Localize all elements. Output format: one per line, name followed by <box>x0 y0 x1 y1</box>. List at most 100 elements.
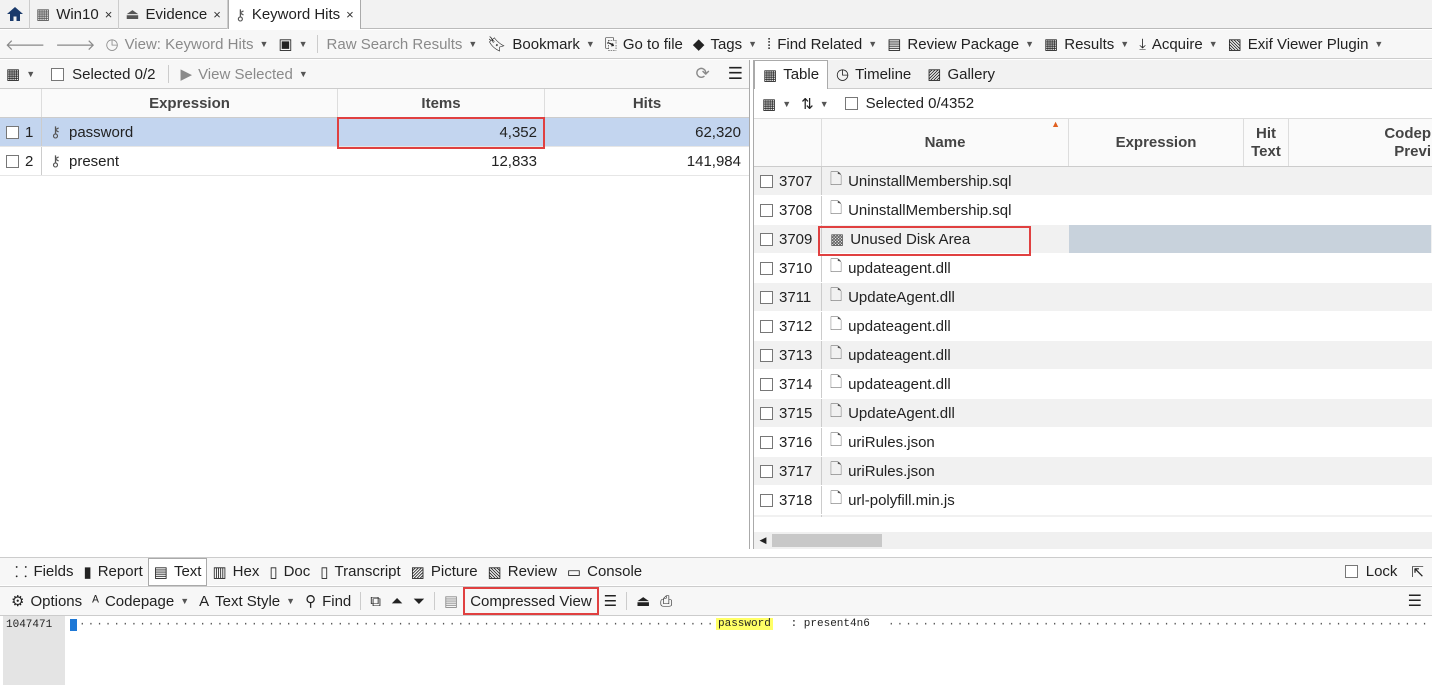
col-codepage-preview[interactable]: Codep Previ <box>1289 119 1431 166</box>
table-row[interactable]: 3714 🗋︎ updateagent.dll <box>754 370 1432 399</box>
lock-toggle[interactable]: Lock ⇱ <box>1344 563 1424 581</box>
checkbox[interactable] <box>760 348 773 362</box>
items-highlight-box <box>337 117 545 149</box>
view-selected-button[interactable]: ▶ View Selected ▼ <box>181 65 308 84</box>
tab-gallery[interactable]: ▨ Gallery <box>919 60 1003 89</box>
tab-report[interactable]: ▮ Report <box>78 558 147 586</box>
scrollbar-thumb[interactable] <box>772 534 882 547</box>
col-expression[interactable]: Expression <box>1069 119 1244 166</box>
table-row[interactable]: 3710 🗋︎ updateagent.dll <box>754 254 1432 283</box>
refresh-icon[interactable]: ⟳ <box>696 64 710 84</box>
codepage-button[interactable]: ᴬ Codepage ▼ <box>87 587 194 616</box>
checkbox[interactable] <box>1344 565 1358 578</box>
acquire-button[interactable]: ⤓ Acquire ▼ <box>1134 30 1222 58</box>
table-row[interactable]: 3713 🗋︎ updateagent.dll <box>754 341 1432 370</box>
exif-viewer-button[interactable]: ▧ Exif Viewer Plugin ▼ <box>1223 30 1389 58</box>
popout-icon[interactable]: ⇱ <box>1411 563 1424 581</box>
checkbox[interactable] <box>760 435 773 449</box>
tab-fields[interactable]: ⸬ Fields <box>10 558 78 586</box>
select-all-toggle[interactable]: Selected 0/2 <box>51 66 156 83</box>
col-name[interactable]: Name ▲ <box>822 119 1069 166</box>
table-row[interactable]: 2 ⚷ present 12,833 141,984 <box>0 147 749 176</box>
col-items[interactable]: Items <box>338 89 545 117</box>
col-hit-text[interactable]: Hit Text <box>1244 119 1289 166</box>
find-related-button[interactable]: ⁞ Find Related ▼ <box>762 30 882 58</box>
checkbox[interactable] <box>6 154 19 168</box>
checkbox[interactable] <box>760 290 773 304</box>
tab-text[interactable]: ▤ Text <box>147 557 208 586</box>
previous-hit-icon[interactable]: ⏶ <box>386 587 408 616</box>
menu-icon[interactable]: ☰ <box>728 64 743 84</box>
acquire-icon: ⤓ <box>1139 35 1146 53</box>
checkbox[interactable] <box>760 377 773 391</box>
column-layout-button[interactable]: ▦ ▼ <box>762 95 791 113</box>
checkbox[interactable] <box>760 319 773 333</box>
file-icon: 🗋︎ <box>830 286 843 304</box>
checkbox[interactable] <box>760 406 773 420</box>
menu-icon[interactable]: ☰ <box>1408 591 1422 611</box>
checkbox[interactable] <box>760 261 773 275</box>
tab-transcript[interactable]: ▯ Transcript <box>315 558 405 586</box>
copy-icon[interactable]: ⧉ <box>365 587 386 616</box>
text-view-area[interactable]: 1047471 ································… <box>0 616 1432 685</box>
horizontal-scrollbar[interactable]: ◀ <box>754 532 1432 549</box>
close-icon[interactable]: × <box>105 7 113 22</box>
text-style-button[interactable]: A Text Style ▼ <box>194 587 300 616</box>
checkbox[interactable] <box>6 125 19 139</box>
top-icon[interactable]: ⏏ <box>631 587 655 616</box>
table-row[interactable]: 3716 🗋︎ uriRules.json <box>754 428 1432 457</box>
column-layout-button[interactable]: ▦ ▼ <box>6 65 35 83</box>
checkbox[interactable] <box>760 493 773 507</box>
col-hits[interactable]: Hits <box>545 89 749 117</box>
forward-arrow-icon[interactable]: 🡒 <box>50 30 100 58</box>
tab-win10[interactable]: ▦ Win10 × <box>30 0 120 29</box>
tab-picture[interactable]: ▨ Picture <box>406 558 483 586</box>
options-button[interactable]: ⚙ Options <box>6 587 87 616</box>
table-row[interactable]: 3718 🗋︎ url-polyfill.min.js <box>754 486 1432 515</box>
table-row[interactable]: 3711 🗋︎ UpdateAgent.dll <box>754 283 1432 312</box>
close-icon[interactable]: × <box>213 7 221 22</box>
table-row[interactable]: 3707 🗋︎ UninstallMembership.sql <box>754 167 1432 196</box>
raw-search-results-button[interactable]: Raw Search Results ▼ <box>322 30 483 58</box>
home-tab[interactable] <box>0 0 30 29</box>
go-to-file-button[interactable]: ⎘ Go to file <box>600 30 688 58</box>
close-icon[interactable]: × <box>346 7 354 22</box>
tab-hex[interactable]: ▥ Hex <box>207 558 264 586</box>
results-button[interactable]: ▦ Results ▼ <box>1039 30 1134 58</box>
file-icon: 🗋︎ <box>830 257 843 275</box>
tab-review[interactable]: ▧ Review <box>483 558 562 586</box>
next-hit-icon[interactable]: ⏷ <box>408 587 430 616</box>
back-arrow-icon[interactable]: 🡐 <box>0 30 50 58</box>
bookmark-button[interactable]: 🔖︎ Bookmark ▼ <box>482 30 600 58</box>
table-row[interactable]: 3719🗋︎usercpl.dll <box>754 515 1432 517</box>
tags-button[interactable]: ◆ Tags ▼ <box>688 30 762 58</box>
table-row[interactable]: 3712 🗋︎ updateagent.dll <box>754 312 1432 341</box>
col-expression[interactable]: Expression <box>42 89 338 117</box>
bottom-icon[interactable]: ⎙ <box>655 587 677 616</box>
checkbox[interactable] <box>760 203 773 217</box>
tab-doc[interactable]: ▯ Doc <box>264 558 315 586</box>
tab-keyword-hits[interactable]: ⚷ Keyword Hits × <box>227 0 361 29</box>
find-button[interactable]: ⚲ Find <box>300 587 356 616</box>
checkbox[interactable] <box>51 67 65 81</box>
checkbox[interactable] <box>844 97 858 110</box>
table-row[interactable]: 3717 🗋︎ uriRules.json <box>754 457 1432 486</box>
scroll-left-icon[interactable]: ◀ <box>754 535 772 546</box>
checkbox[interactable] <box>760 464 773 478</box>
checkbox[interactable] <box>760 232 773 246</box>
table-row[interactable]: 3715 🗋︎ UpdateAgent.dll <box>754 399 1432 428</box>
tab-evidence[interactable]: ⏏ Evidence × <box>119 0 228 29</box>
view-selector[interactable]: ◷ View: Keyword Hits ▼ <box>100 30 273 58</box>
tab-console[interactable]: ▭ Console <box>562 558 647 586</box>
review-package-button[interactable]: ▤ Review Package ▼ <box>882 30 1039 58</box>
align-icon[interactable]: ☰ <box>599 587 622 616</box>
compressed-view-button[interactable]: Compressed View <box>463 587 599 615</box>
tab-table[interactable]: ▦ Table <box>754 59 829 89</box>
chevron-down-icon: ▼ <box>259 39 269 49</box>
layout-button[interactable]: ▣ ▼ <box>273 30 312 58</box>
sort-button[interactable]: ⇅ ▼ <box>801 95 829 113</box>
checkbox[interactable] <box>760 174 773 188</box>
select-all-toggle[interactable]: Selected 0/4352 <box>844 95 974 112</box>
table-row[interactable]: 3708 🗋︎ UninstallMembership.sql <box>754 196 1432 225</box>
tab-timeline[interactable]: ◷ Timeline <box>828 60 919 89</box>
